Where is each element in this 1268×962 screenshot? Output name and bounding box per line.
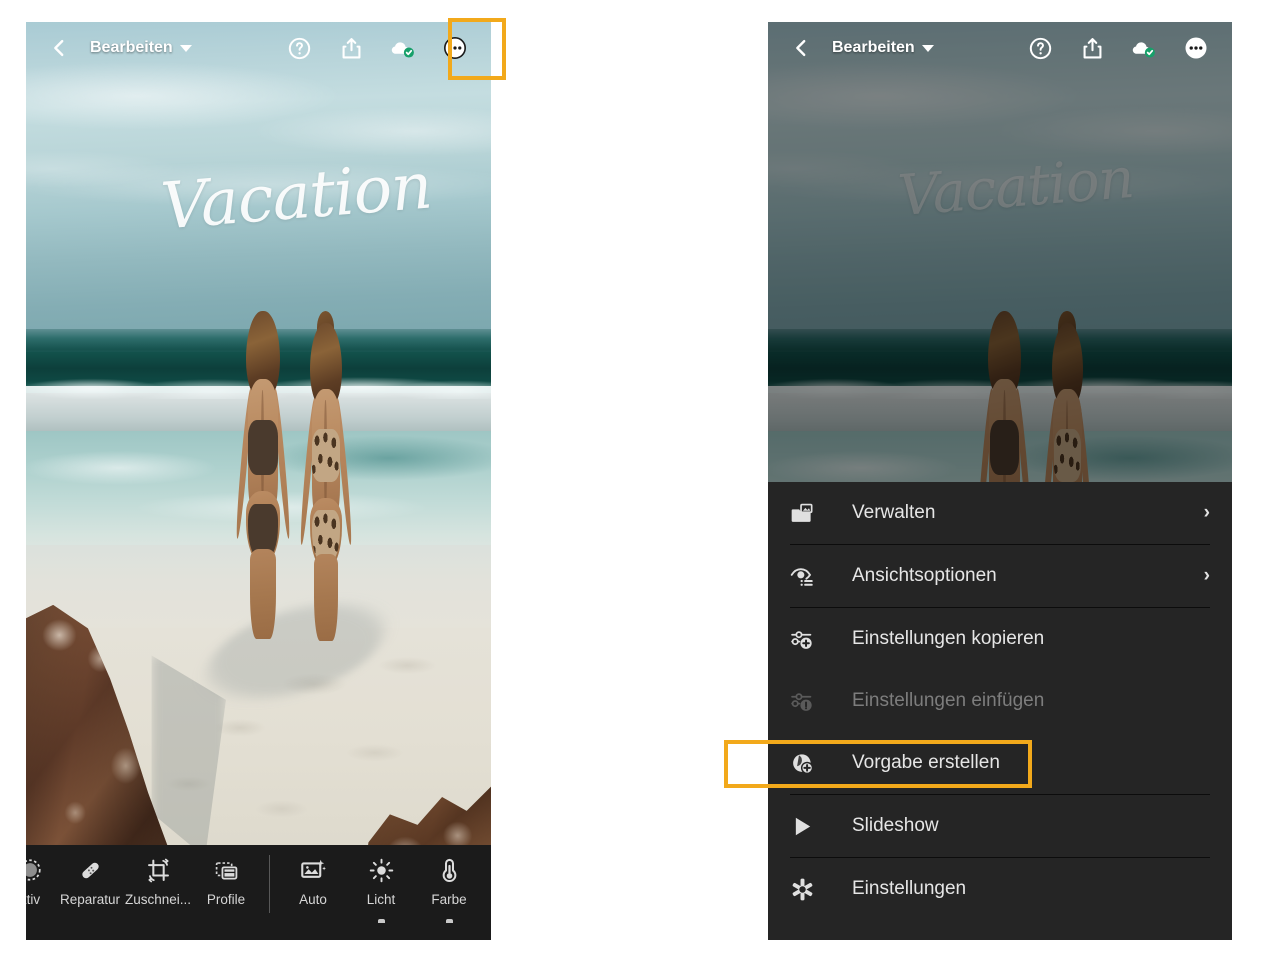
selective-tool-label: ktiv — [26, 892, 41, 907]
toolbar-left-group: ktiv Reparatur — [26, 855, 260, 907]
selective-tool[interactable]: ktiv — [26, 855, 56, 907]
menu-verwalten-label: Verwalten — [852, 502, 936, 523]
selective-icon — [26, 855, 43, 885]
color-tool-indicator — [445, 919, 453, 923]
crop-tool-label: Zuschnei... — [124, 892, 192, 907]
photo-woman-left — [228, 311, 298, 639]
help-icon[interactable] — [1026, 34, 1054, 62]
light-tool-indicator — [377, 919, 385, 923]
light-tool-label: Licht — [366, 892, 396, 907]
top-bar: Bearbeiten — [768, 22, 1232, 74]
edit-mode-dropdown[interactable]: Bearbeiten — [832, 39, 934, 57]
menu-ansichtsoptionen[interactable]: Ansichtsoptionen › — [768, 545, 1232, 607]
bikini-top — [248, 420, 278, 475]
menu-vorgabe-erstellen[interactable]: Vorgabe erstellen — [768, 732, 1232, 794]
share-icon[interactable] — [337, 34, 365, 62]
menu-vorgabe-erstellen-label: Vorgabe erstellen — [852, 752, 1000, 773]
menu-einstellungen-kopieren-label: Einstellungen kopieren — [852, 628, 1045, 649]
menu-ansichtsoptionen-label: Ansichtsoptionen — [852, 565, 997, 586]
auto-tool-label: Auto — [299, 892, 327, 907]
menu-einstellungen-label: Einstellungen — [852, 878, 967, 899]
more-options-icon[interactable] — [441, 34, 469, 62]
crop-rotate-icon — [145, 855, 172, 885]
auto-tool[interactable]: Auto — [279, 855, 347, 907]
crop-tool[interactable]: Zuschnei... — [124, 855, 192, 907]
bikini-top — [312, 429, 340, 483]
menu-einstellungen-einfuegen: Einstellungen einfügen — [768, 670, 1232, 732]
top-bar-title: Bearbeiten — [90, 39, 173, 56]
back-chevron-icon[interactable] — [46, 35, 72, 61]
healing-tool[interactable]: Reparatur — [56, 855, 124, 907]
photo-woman-right — [293, 310, 358, 642]
share-icon[interactable] — [1078, 34, 1106, 62]
back-chevron-icon[interactable] — [788, 35, 814, 61]
toolbar-divider — [269, 855, 270, 913]
menu-slideshow-label: Slideshow — [852, 815, 939, 836]
menu-einstellungen[interactable]: Einstellungen — [768, 858, 1232, 920]
play-icon — [790, 812, 824, 840]
profiles-tool-label: Profile — [206, 892, 246, 907]
bottom-toolbar: ktiv Reparatur — [26, 845, 491, 940]
light-tool[interactable]: Licht — [347, 855, 415, 923]
profiles-tool[interactable]: Profile — [192, 855, 260, 907]
menu-verwalten[interactable]: Verwalten › — [768, 482, 1232, 544]
chevron-right-icon: › — [1203, 502, 1210, 523]
phone-screen-before: Vacation Bearbeiten tiv Reparatur Zuschn… — [26, 22, 491, 940]
cloud-sync-icon[interactable] — [1130, 34, 1158, 62]
profiles-icon — [213, 855, 240, 885]
sliders-plus-icon — [790, 625, 824, 653]
more-options-icon[interactable] — [1182, 34, 1210, 62]
edit-mode-dropdown[interactable]: Bearbeiten — [90, 39, 192, 57]
help-icon[interactable] — [285, 34, 313, 62]
cloud-sync-icon[interactable] — [389, 34, 417, 62]
thermometer-icon — [436, 855, 463, 885]
sun-icon — [368, 855, 395, 885]
toolbar-right-group: Auto Licht Farbe — [279, 855, 483, 923]
gear-icon — [790, 875, 824, 903]
legs — [313, 554, 339, 642]
chevron-right-icon: › — [1203, 565, 1210, 586]
color-tool[interactable]: Farbe — [415, 855, 483, 923]
options-dropdown-menu: Verwalten › Ansichtsoptionen › Einstellu… — [768, 482, 1232, 940]
legs — [249, 548, 277, 639]
eye-list-icon — [790, 562, 824, 590]
top-bar: Bearbeiten — [26, 22, 491, 74]
phone-screen-menu-open: Vacation Bearbeiten Verwalten › Ansichts… — [768, 22, 1232, 940]
chevron-down-icon — [179, 44, 192, 52]
top-bar-title: Bearbeiten — [832, 39, 915, 56]
chevron-down-icon — [921, 44, 934, 52]
preset-plus-icon — [790, 749, 824, 777]
menu-einstellungen-einfuegen-label: Einstellungen einfügen — [852, 690, 1045, 711]
healing-tool-label: Reparatur — [59, 892, 121, 907]
screenshot-stage: Vacation Bearbeiten tiv Reparatur Zuschn… — [0, 0, 1268, 962]
photo-canvas[interactable]: Vacation — [26, 22, 491, 940]
folder-image-icon — [790, 499, 824, 527]
auto-enhance-icon — [299, 855, 327, 885]
menu-slideshow[interactable]: Slideshow — [768, 795, 1232, 857]
sliders-paste-icon — [790, 687, 824, 715]
highlight-vorgabe-mask — [728, 744, 764, 784]
bandage-icon — [77, 855, 104, 885]
menu-einstellungen-kopieren[interactable]: Einstellungen kopieren — [768, 608, 1232, 670]
color-tool-label: Farbe — [431, 892, 467, 907]
